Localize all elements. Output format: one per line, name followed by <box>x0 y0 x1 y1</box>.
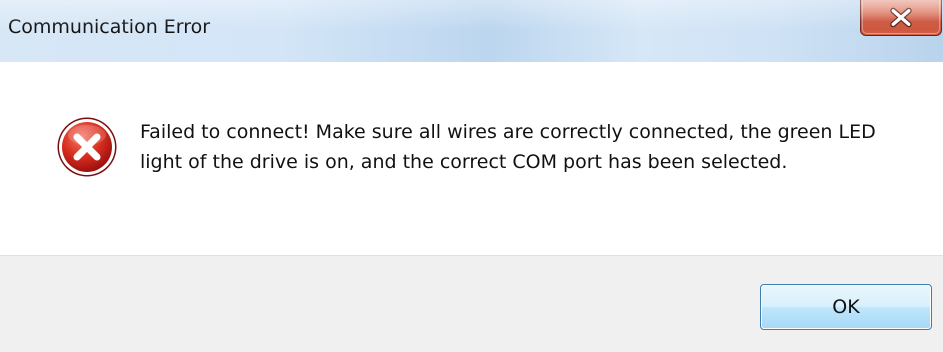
title-bar[interactable]: Communication Error <box>0 0 943 62</box>
close-button[interactable] <box>860 0 942 36</box>
button-bar: OK <box>0 255 943 352</box>
error-message: Failed to connect! Make sure all wires a… <box>140 121 876 173</box>
dialog-title: Communication Error <box>8 16 211 38</box>
ok-button[interactable]: OK <box>760 284 932 330</box>
error-icon <box>57 117 117 177</box>
error-dialog: Communication Error Failed to connect! M… <box>0 0 943 352</box>
message-area: Failed to connect! Make sure all wires a… <box>0 62 943 255</box>
close-x-icon <box>890 7 912 28</box>
